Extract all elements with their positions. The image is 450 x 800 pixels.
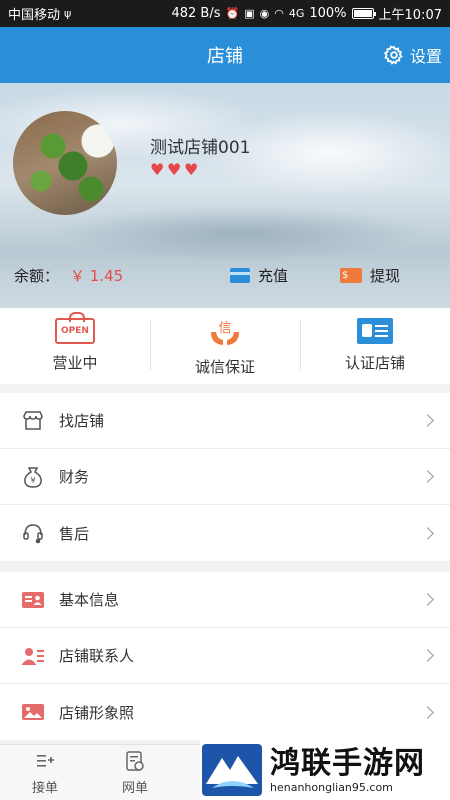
menu-item-label: 财务 xyxy=(59,468,90,486)
info-card-icon xyxy=(22,592,44,608)
battery-percent: 100% xyxy=(309,6,347,21)
menu-item-label: 找店铺 xyxy=(59,412,105,430)
shop-name: 测试店铺001 xyxy=(150,138,251,158)
alarm-icon: ⏰ xyxy=(225,7,240,20)
watermark: 鸿联手游网 henanhonglian95.com xyxy=(200,740,450,800)
menu-item-label: 基本信息 xyxy=(59,591,120,609)
menu-item-label: 售后 xyxy=(59,524,90,543)
eye-icon: ◉ xyxy=(259,7,270,20)
recharge-button[interactable]: 充值 xyxy=(230,265,288,286)
withdraw-button[interactable]: $ 提现 xyxy=(340,265,400,286)
watermark-url: henanhonglian95.com xyxy=(270,780,393,794)
battery-icon xyxy=(351,8,376,19)
watermark-logo xyxy=(202,744,262,796)
heart-icon: ♥ xyxy=(167,160,182,179)
badge-label: 诚信保证 xyxy=(194,358,255,376)
menu-item-basic-info[interactable]: 基本信息 xyxy=(0,572,450,628)
wifi-icon: ◠ xyxy=(274,7,284,20)
signal-icon: 4G xyxy=(288,7,305,20)
status-bar: 中国移动 ψ 482 B/s ⏰ ▣ ◉ ◠ 4G 100% 上午10:07 xyxy=(0,0,450,27)
menu-item-label: 店铺联系人 xyxy=(59,647,135,665)
menu-item-label: 店铺形象照 xyxy=(59,703,135,722)
rating-hearts: ♥ ♥ ♥ xyxy=(150,160,200,179)
settings-button[interactable]: 设置 xyxy=(383,27,442,83)
menu-item-find-shop[interactable]: 找店铺 xyxy=(0,393,450,449)
image-icon xyxy=(22,704,44,720)
badge-label: 营业中 xyxy=(52,354,98,372)
network-speed: 482 B/s xyxy=(171,6,221,21)
headset-icon xyxy=(23,524,43,544)
tab-orders[interactable]: 接单 xyxy=(15,751,75,796)
card-icon xyxy=(230,267,250,283)
open-sign-icon: OPEN xyxy=(55,312,95,344)
menu-item-after-sales[interactable]: 售后 xyxy=(0,505,450,561)
tab-label: 接单 xyxy=(31,781,58,796)
chevron-right-icon xyxy=(421,649,434,662)
badge-label: 认证店铺 xyxy=(344,354,405,372)
tab-label: 网单 xyxy=(121,781,148,796)
chevron-right-icon xyxy=(421,470,434,483)
orders-icon xyxy=(37,755,54,767)
clock: 上午10:07 xyxy=(378,8,442,23)
svg-text:¥: ¥ xyxy=(30,476,35,485)
shop-badges: OPEN 营业中 信 诚信保证 认证店铺 xyxy=(0,308,450,384)
watermark-title: 鸿联手游网 xyxy=(270,745,425,781)
cash-icon: $ xyxy=(340,267,362,283)
web-order-icon xyxy=(126,751,144,771)
profile-header: 测试店铺001 ♥ ♥ ♥ 余额： ￥ 1.45 充值 $ 提现 xyxy=(0,83,450,308)
nav-bar: 店铺 设置 xyxy=(0,27,450,83)
menu-item-finance[interactable]: ¥ 财务 xyxy=(0,449,450,505)
recharge-label: 充值 xyxy=(258,266,289,285)
balance-value: ￥ 1.45 xyxy=(70,266,124,285)
menu-group-shop: 找店铺 ¥ 财务 售后 xyxy=(0,393,450,561)
money-bag-icon: ¥ xyxy=(24,467,42,488)
balance-label: 余额： xyxy=(14,266,60,285)
heart-icon: ♥ xyxy=(150,160,165,179)
chevron-right-icon xyxy=(421,705,434,719)
carrier-label: 中国移动 xyxy=(8,8,61,23)
usb-icon: ψ xyxy=(64,7,72,20)
gear-icon xyxy=(383,45,403,65)
menu-item-shop-photo[interactable]: 店铺形象照 xyxy=(0,684,450,740)
balance-row: 余额： ￥ 1.45 充值 $ 提现 xyxy=(0,261,450,289)
avatar[interactable] xyxy=(13,111,117,215)
chevron-right-icon xyxy=(421,526,434,540)
settings-label: 设置 xyxy=(409,47,442,66)
trust-hands-icon: 信 xyxy=(211,321,239,345)
trust-character: 信 xyxy=(218,321,231,336)
page-title: 店铺 xyxy=(207,46,243,67)
menu-group-profile: 基本信息 店铺联系人 店铺形象照 xyxy=(0,572,450,740)
chevron-right-icon xyxy=(421,414,434,427)
id-card-icon xyxy=(357,318,393,344)
tab-web-orders[interactable]: 网单 xyxy=(105,751,165,796)
badge-trust[interactable]: 信 诚信保证 xyxy=(150,308,300,384)
chevron-right-icon xyxy=(421,593,434,606)
badge-verified[interactable]: 认证店铺 xyxy=(300,308,450,384)
menu-item-contact[interactable]: 店铺联系人 xyxy=(0,628,450,684)
withdraw-label: 提现 xyxy=(370,266,401,285)
heart-icon: ♥ xyxy=(184,160,199,179)
hd-icon: ▣ xyxy=(244,7,255,20)
store-icon xyxy=(23,411,43,430)
contact-icon xyxy=(21,648,44,665)
badge-open[interactable]: OPEN 营业中 xyxy=(0,308,150,384)
